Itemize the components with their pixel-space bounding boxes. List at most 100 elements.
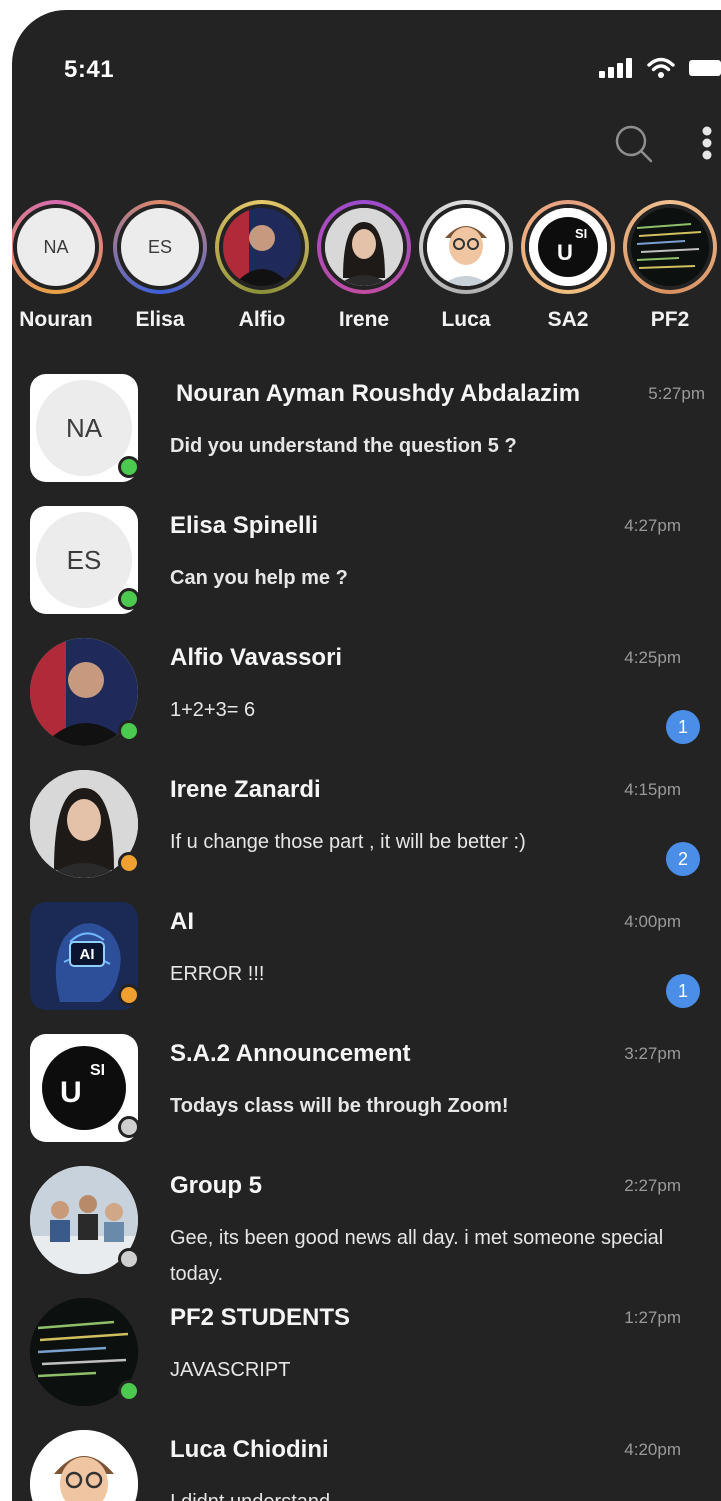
contact-name: AI <box>170 908 194 935</box>
story-name: PF2 <box>650 308 690 331</box>
chat-row-irene[interactable]: Irene Zanardi 4:15pm If u change those p… <box>12 758 721 890</box>
status-time: 5:41 <box>64 56 115 83</box>
offline-status-dot <box>118 1116 140 1138</box>
online-status-dot <box>118 456 140 478</box>
story-luca[interactable]: Luca <box>418 200 514 332</box>
story-name: Irene <box>338 308 390 331</box>
message-preview: Todays class will be through Zoom! <box>170 1095 509 1117</box>
message-time: 1:27pm <box>624 1308 681 1327</box>
away-status-dot <box>118 984 140 1006</box>
stories-row: NA Nouran ES Elisa Alfio Irene Luca U SI… <box>12 200 721 350</box>
code-screen-icon <box>631 208 709 286</box>
unread-count-badge: 2 <box>666 842 700 876</box>
message-time: 4:15pm <box>624 780 681 799</box>
story-alfio[interactable]: Alfio <box>214 200 310 332</box>
avatar <box>325 208 403 286</box>
chat-row-nouran[interactable]: NA Nouran Ayman Roushdy Abdalazim 5:27pm… <box>12 362 721 494</box>
story-ring: U SI <box>521 200 615 294</box>
message-preview: Gee, its been good news all day. i met s… <box>170 1227 664 1285</box>
chat-row-group-5[interactable]: Group 5 2:27pm Gee, its been good news a… <box>12 1154 721 1286</box>
story-ring <box>317 200 411 294</box>
unread-count-badge: 1 <box>666 974 700 1008</box>
story-name: Nouran <box>19 308 93 331</box>
chat-row-luca[interactable]: Luca Chiodini 4:20pm I didnt understand <box>12 1418 721 1501</box>
story-ring <box>215 200 309 294</box>
story-name: SA2 <box>547 308 589 331</box>
story-ring: NA <box>12 200 103 294</box>
contact-name: Nouran Ayman Roushdy Abdalazim <box>176 380 581 407</box>
message-preview: If u change those part , it will be bett… <box>170 831 526 853</box>
chat-list-screen: 5:41 NA Nouran ES Elisa Alfio Irene Luca… <box>12 10 721 1501</box>
person-photo-icon <box>223 208 301 286</box>
avatar <box>427 208 505 286</box>
message-preview: JAVASCRIPT <box>170 1359 291 1381</box>
more-options-button[interactable] <box>698 122 716 166</box>
contact-name: PF2 STUDENTS <box>170 1304 351 1331</box>
logo-letter: U <box>60 1076 82 1109</box>
story-ring <box>623 200 717 294</box>
battery-icon <box>689 60 721 76</box>
online-status-dot <box>118 1380 140 1402</box>
signal-icon <box>599 58 632 78</box>
university-logo-icon <box>42 1046 126 1130</box>
story-pf2[interactable]: PF2 <box>622 200 718 332</box>
chat-row-ai[interactable]: AI AI 4:00pm ERROR !!! 1 <box>12 890 721 1022</box>
more-vertical-icon <box>702 126 712 160</box>
search-icon <box>615 125 653 163</box>
svg-text:U: U <box>557 240 573 265</box>
message-time: 4:27pm <box>624 516 681 535</box>
contact-name: Irene Zanardi <box>170 776 321 803</box>
avatar-initials: NA <box>36 380 132 476</box>
wifi-icon <box>647 57 675 78</box>
svg-text:SI: SI <box>575 226 587 241</box>
university-logo-icon: U SI <box>529 208 607 286</box>
story-elisa[interactable]: ES Elisa <box>112 200 208 332</box>
story-ring <box>419 200 513 294</box>
message-preview: 1+2+3= 6 <box>170 699 256 721</box>
avatar: ES <box>121 208 199 286</box>
contact-name: Group 5 <box>170 1172 263 1199</box>
chat-row-sa2-announcement[interactable]: U SI S.A.2 Announcement 3:27pm Todays cl… <box>12 1022 721 1154</box>
online-status-dot <box>118 720 140 742</box>
message-time: 4:20pm <box>624 1440 681 1459</box>
message-time: 5:27pm <box>648 384 705 403</box>
story-ring: ES <box>113 200 207 294</box>
memoji-icon <box>427 208 505 286</box>
chat-row-elisa[interactable]: ES Elisa Spinelli 4:27pm Can you help me… <box>12 494 721 626</box>
avatar: U SI <box>529 208 607 286</box>
chat-row-alfio[interactable]: Alfio Vavassori 4:25pm 1+2+3= 6 1 <box>12 626 721 758</box>
contact-name: Elisa Spinelli <box>170 512 319 539</box>
message-preview: Did you understand the question 5 ? <box>170 435 517 457</box>
message-time: 4:00pm <box>624 912 681 931</box>
memoji-icon <box>30 1430 138 1501</box>
ai-badge-text: AI <box>79 945 95 963</box>
story-name: Luca <box>441 308 491 331</box>
contact-name: S.A.2 Announcement <box>170 1040 411 1067</box>
online-status-dot <box>118 588 140 610</box>
story-nouran[interactable]: NA Nouran <box>12 200 104 332</box>
search-button[interactable] <box>612 122 656 166</box>
chat-row-pf2-students[interactable]: PF2 STUDENTS 1:27pm JAVASCRIPT <box>12 1286 721 1418</box>
message-time: 3:27pm <box>624 1044 681 1063</box>
story-irene[interactable]: Irene <box>316 200 412 332</box>
away-status-dot <box>118 852 140 874</box>
message-preview: I didnt understand <box>170 1484 670 1501</box>
story-sa2[interactable]: U SI SA2 <box>520 200 616 332</box>
status-icons <box>599 56 721 80</box>
avatar <box>631 208 709 286</box>
story-name: Alfio <box>238 308 286 331</box>
message-preview: ERROR !!! <box>170 963 265 985</box>
contact-name: Luca Chiodini <box>170 1436 329 1463</box>
message-time: 4:25pm <box>624 648 681 667</box>
contact-name: Alfio Vavassori <box>170 644 343 671</box>
offline-status-dot <box>118 1248 140 1270</box>
avatar: NA <box>17 208 95 286</box>
avatar-initials: ES <box>36 512 132 608</box>
logo-subtext: SI <box>90 1062 106 1079</box>
avatar <box>30 1430 138 1501</box>
message-time: 2:27pm <box>624 1176 681 1195</box>
message-preview: Can you help me ? <box>170 567 348 589</box>
person-photo-icon <box>325 208 403 286</box>
avatar <box>223 208 301 286</box>
unread-count-badge: 1 <box>666 710 700 744</box>
